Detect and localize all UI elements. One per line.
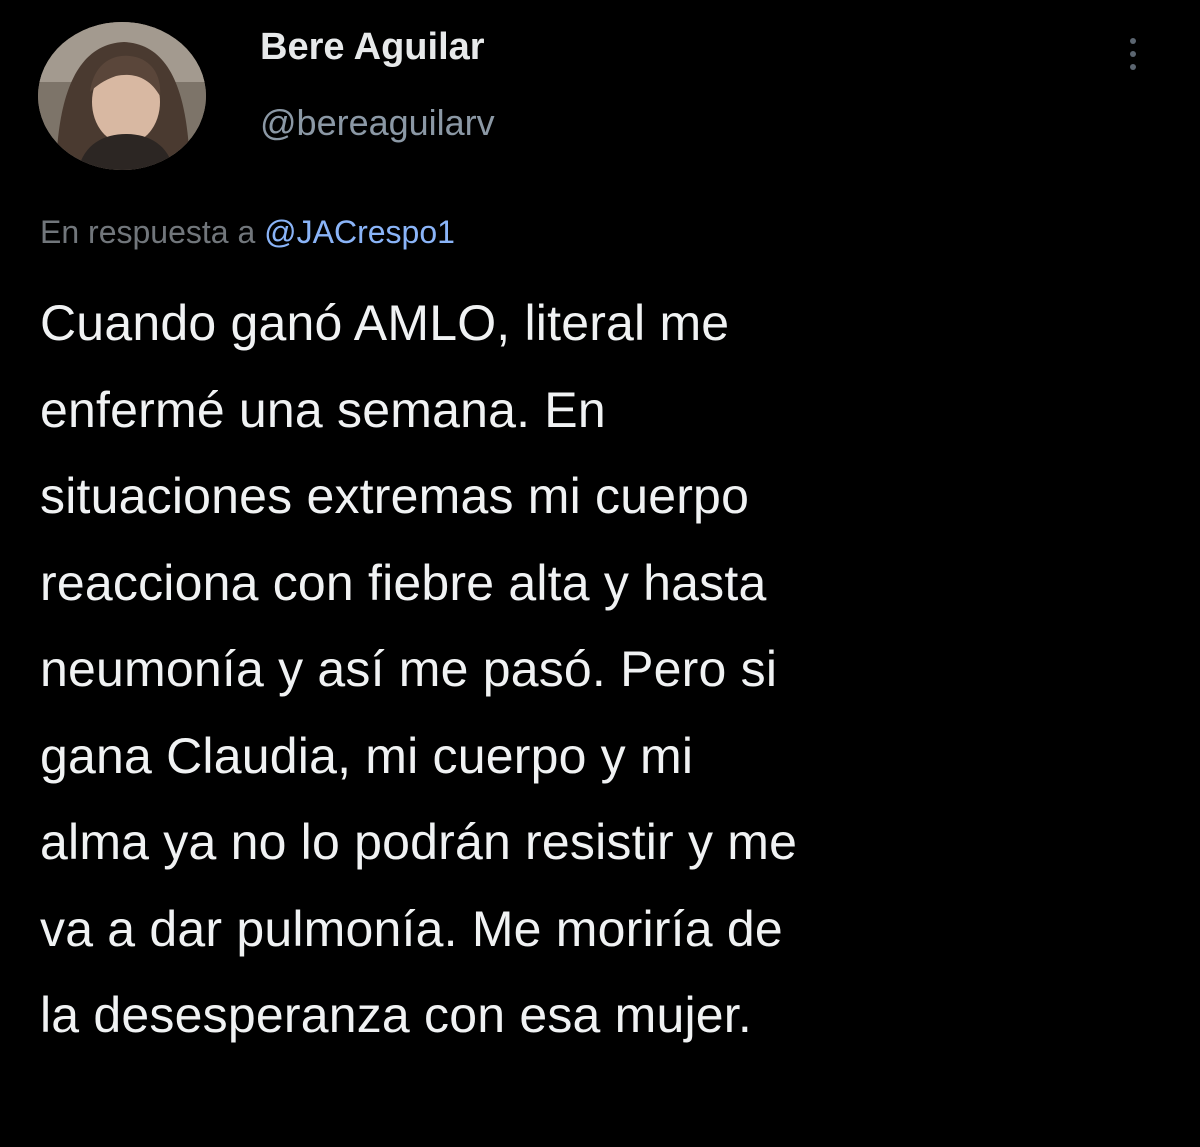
more-vertical-icon bbox=[1130, 38, 1136, 44]
user-handle[interactable]: @bereaguilarv bbox=[260, 102, 495, 144]
avatar-photo bbox=[38, 22, 206, 170]
tweet-card: Bere Aguilar @bereaguilarv En respuesta … bbox=[0, 0, 1200, 1147]
reply-mention-link[interactable]: @JACrespo1 bbox=[264, 214, 455, 250]
display-name[interactable]: Bere Aguilar bbox=[260, 26, 485, 69]
more-vertical-icon bbox=[1130, 51, 1136, 57]
reply-context: En respuesta a @JACrespo1 bbox=[40, 214, 455, 251]
more-vertical-icon bbox=[1130, 64, 1136, 70]
tweet-text: Cuando ganó AMLO, literal me enfermé una… bbox=[40, 295, 798, 1043]
avatar[interactable] bbox=[38, 22, 206, 170]
reply-prefix: En respuesta a bbox=[40, 214, 256, 250]
more-options-button[interactable] bbox=[1118, 32, 1148, 76]
